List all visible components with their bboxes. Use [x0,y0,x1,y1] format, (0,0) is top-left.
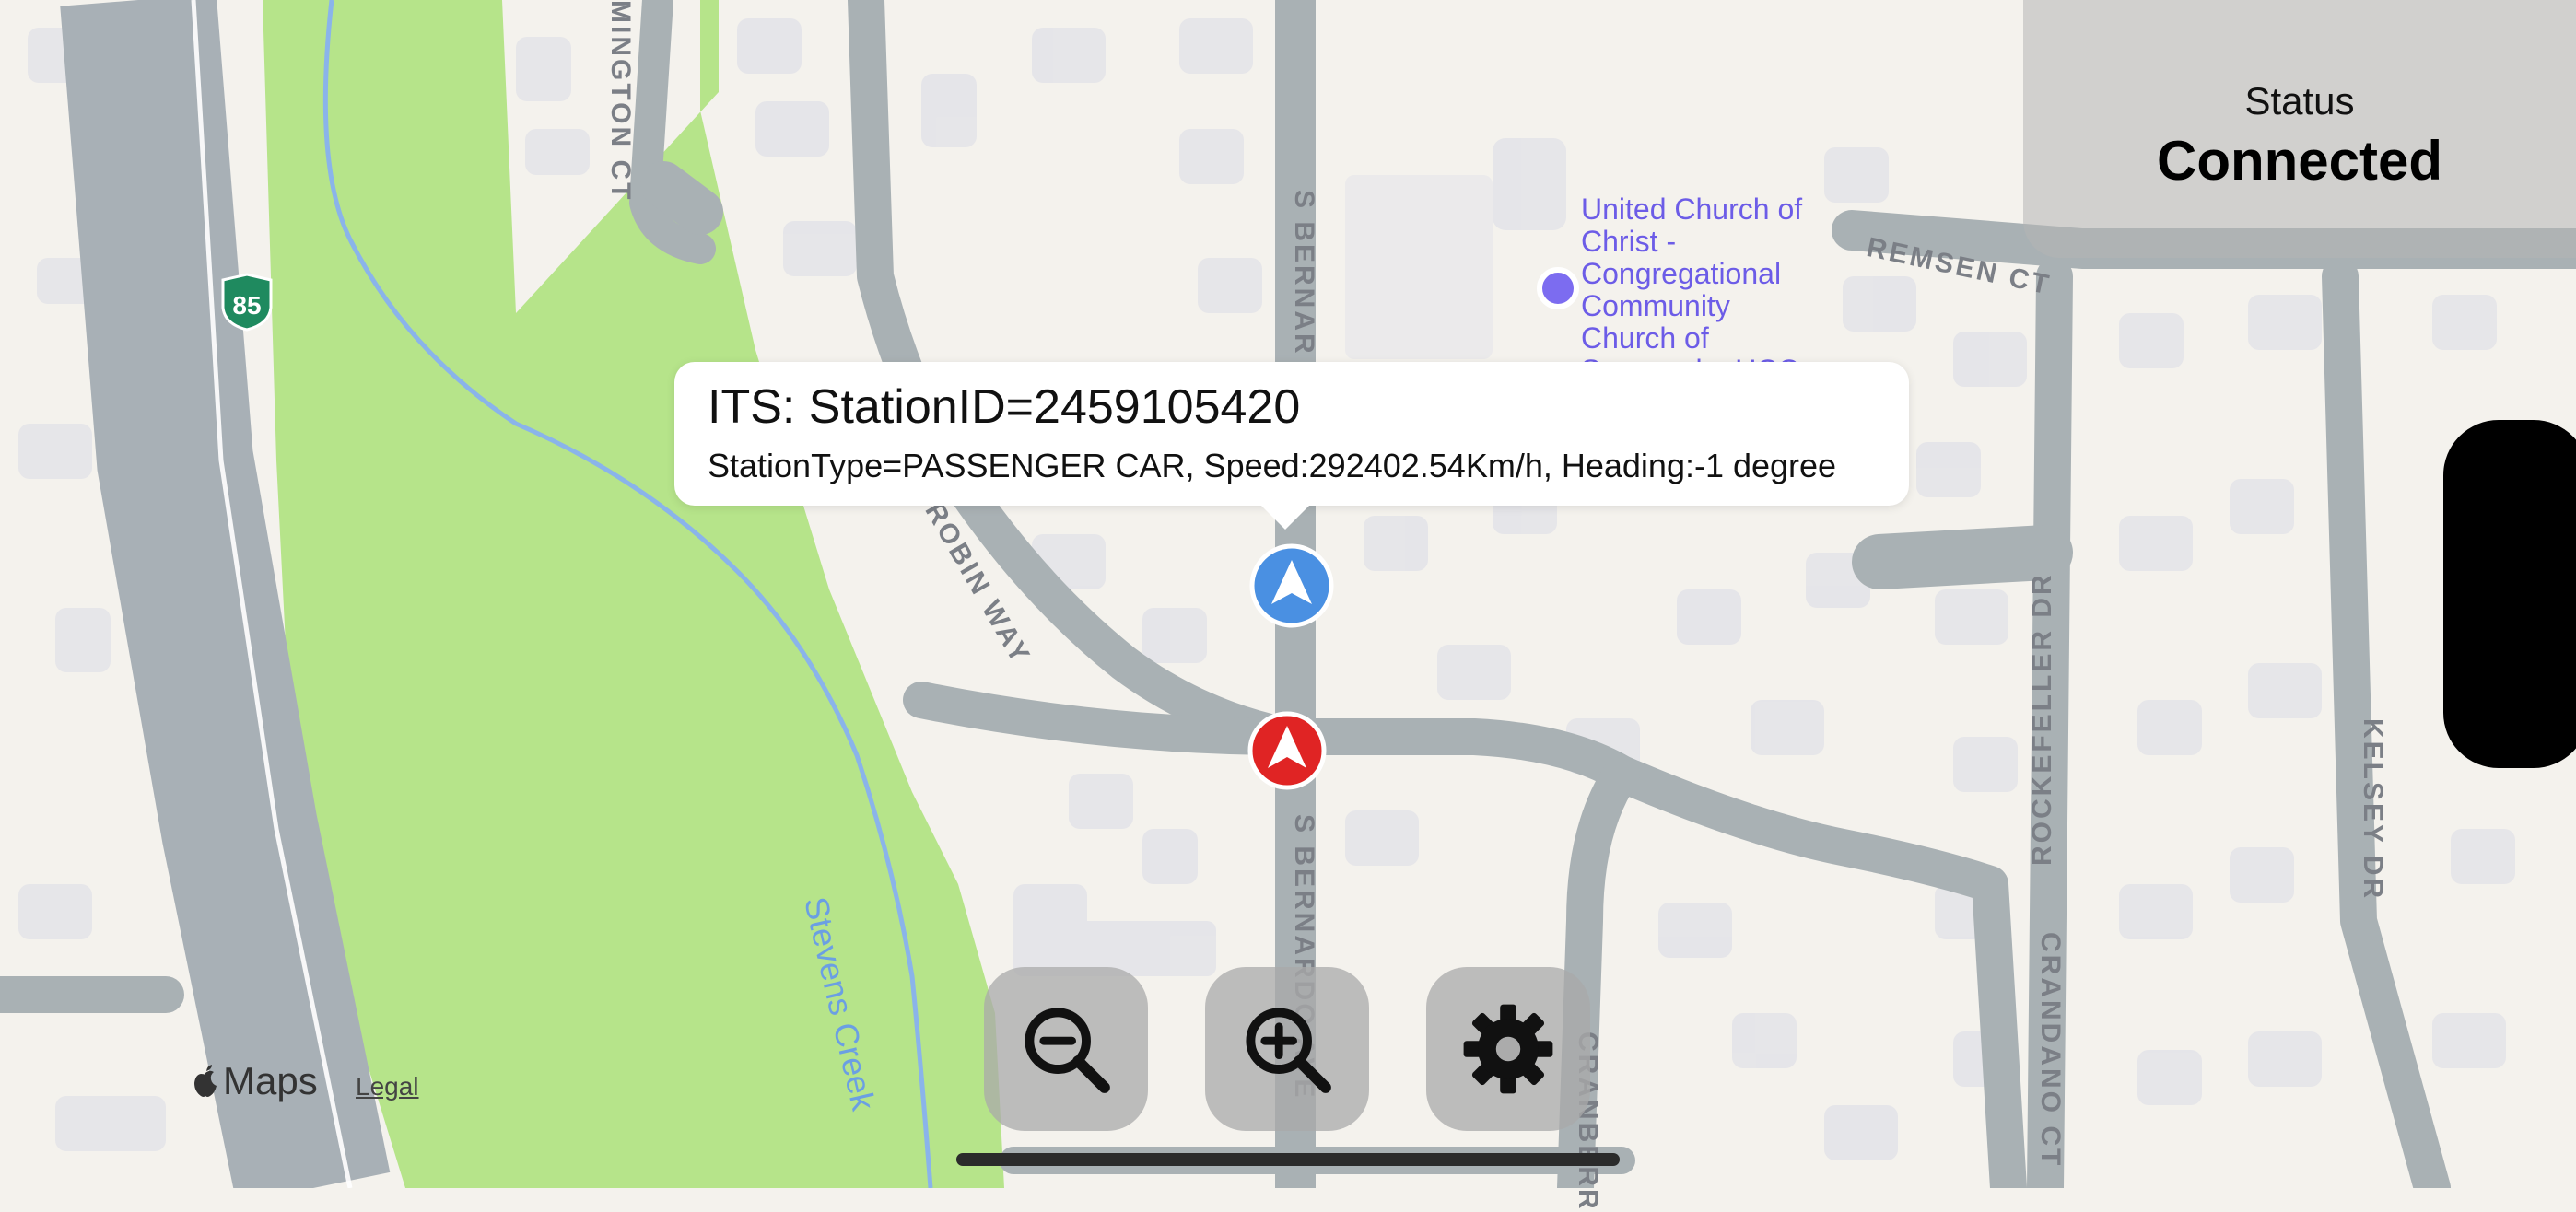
settings-button[interactable] [1426,967,1590,1131]
station-callout[interactable]: ITS: StationID=2459105420 StationType=PA… [674,362,1909,530]
zoom-in-icon [1246,1008,1331,1093]
street-label-bernardo-upper: S BERNAR [1289,190,1319,356]
status-panel: Status Connected [2023,0,2576,258]
street-label-crandano: CRANDANO CT [2035,932,2066,1169]
home-indicator[interactable] [956,1153,1620,1166]
zoom-out-icon [1025,1008,1110,1093]
side-handle[interactable] [2443,420,2576,768]
callout-subtitle: StationType=PASSENGER CAR, Speed:292402.… [708,447,1837,484]
callout-tail [1259,504,1311,530]
poi-pin[interactable] [1537,267,1579,309]
legal-link[interactable]: Legal [356,1072,419,1101]
highway-shield: 85 [221,273,273,332]
status-label: Status [2244,79,2355,122]
maps-logo: Maps [192,1059,318,1103]
gear-icon [1463,1004,1553,1094]
station-marker-blue[interactable] [1249,543,1334,628]
highway-number: 85 [232,291,261,320]
maps-text: Maps [223,1059,318,1102]
callout-title: ITS: StationID=2459105420 [708,380,1301,434]
station-marker-red[interactable] [1247,711,1327,790]
street-label-remington: MINGTON CT [605,0,636,203]
status-value: Connected [2156,130,2443,192]
zoom-out-button[interactable] [984,967,1148,1131]
street-label-rockefeller: ROCKEFELLER DR [2027,572,2057,866]
zoom-in-button[interactable] [1205,967,1369,1131]
poi-label[interactable]: United Church of Christ - Congregational… [1581,193,1811,378]
street-label-kelsey: KELSEY DR [2358,718,2388,902]
apple-logo-icon [194,1065,217,1097]
